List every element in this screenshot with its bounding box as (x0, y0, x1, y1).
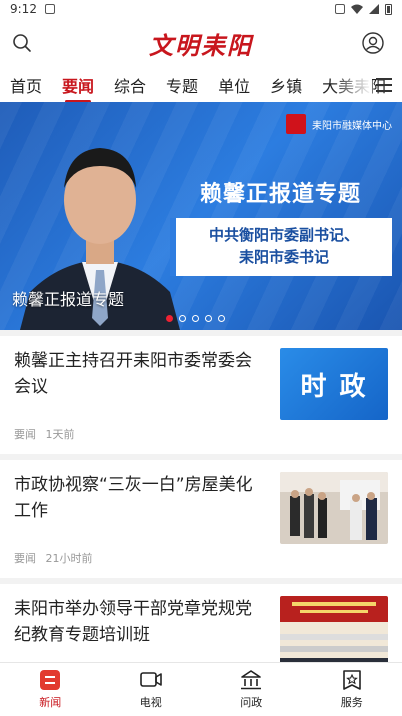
status-bar: 9:12 (0, 0, 402, 18)
news-title: 赖馨正主持召开耒阳市委常委会会议 (14, 351, 252, 397)
news-thumbnail (280, 596, 388, 668)
nav-news-label: 新闻 (39, 695, 62, 709)
nav-service[interactable]: 服务 (302, 663, 402, 716)
news-tag: 要闻 (14, 428, 36, 441)
banner-brand: 耒阳市融媒体中心 (286, 114, 392, 134)
nav-service-label: 服务 (340, 695, 363, 709)
nav-tv-label: 电视 (139, 695, 162, 709)
tv-icon (139, 671, 162, 687)
thumbnail-label: 时 政 (300, 371, 368, 402)
signal-icon (369, 4, 379, 14)
app-logo: 文明耒阳 (149, 30, 253, 60)
government-icon (241, 669, 262, 689)
carousel-dot[interactable] (166, 315, 173, 322)
media-center-logo (286, 114, 306, 134)
notification-icon (44, 4, 55, 14)
user-profile-icon[interactable] (362, 32, 384, 54)
wifi-icon (351, 4, 363, 14)
news-thumbnail: 时 政 (280, 348, 388, 420)
news-meta: 要闻 21小时前 (14, 550, 99, 566)
nav-tv[interactable]: 电视 (101, 663, 202, 716)
news-time: 1天前 (45, 428, 75, 441)
news-title: 市政协视察“三灰一白”房屋美化工作 (14, 475, 253, 521)
nav-news[interactable]: 新闻 (0, 663, 101, 716)
tab-headlines[interactable]: 要闻 (62, 73, 94, 97)
news-item[interactable]: 市政协视察“三灰一白”房屋美化工作 要闻 21小时前 (0, 460, 402, 578)
nav-government[interactable]: 问政 (201, 663, 302, 716)
news-tag: 要闻 (14, 552, 36, 565)
banner-title-plate: 中共衡阳市委副书记、 耒阳市委书记 (170, 218, 392, 276)
tab-home[interactable]: 首页 (10, 73, 42, 97)
news-icon (40, 669, 61, 690)
carousel-indicator (166, 315, 225, 322)
banner-caption: 赖馨正报道专题 (12, 290, 125, 309)
carousel-dot[interactable] (192, 315, 199, 322)
search-icon[interactable] (12, 33, 32, 53)
news-time: 21小时前 (45, 552, 93, 565)
news-title: 耒阳市举办领导干部党章党规党纪教育专题培训班 (14, 599, 252, 645)
news-thumbnail (280, 472, 388, 544)
banner-carousel[interactable]: 耒阳市融媒体中心 赖馨正报道专题 中共衡阳市委副书记、 耒阳市委书记 赖馨正报道… (0, 102, 402, 330)
battery-icon (385, 3, 392, 15)
bottom-navigation: 新闻 电视 问政 服务 (0, 662, 402, 716)
carousel-dot[interactable] (205, 315, 212, 322)
tab-units[interactable]: 单位 (218, 73, 250, 97)
service-icon (342, 669, 361, 690)
tabs-menu-button[interactable] (376, 78, 392, 92)
tab-towns[interactable]: 乡镇 (270, 73, 302, 97)
app-header: 文明耒阳 (0, 18, 402, 68)
news-meta: 要闻 1天前 (14, 426, 81, 442)
tab-general[interactable]: 综合 (114, 73, 146, 97)
tab-special-topics[interactable]: 专题 (166, 73, 198, 97)
nav-government-label: 问政 (240, 695, 263, 709)
news-item[interactable]: 赖馨正主持召开耒阳市委常委会会议 要闻 1天前 时 政 (0, 336, 402, 454)
category-tabs: 首页 要闻 综合 专题 单位 乡镇 大美耒阳 (0, 68, 402, 102)
carousel-dot[interactable] (179, 315, 186, 322)
tabs-fade (332, 68, 372, 102)
status-time: 9:12 (10, 2, 37, 16)
banner-headline: 赖馨正报道专题 (200, 182, 362, 207)
carousel-dot[interactable] (218, 315, 225, 322)
vibrate-icon (335, 4, 345, 14)
